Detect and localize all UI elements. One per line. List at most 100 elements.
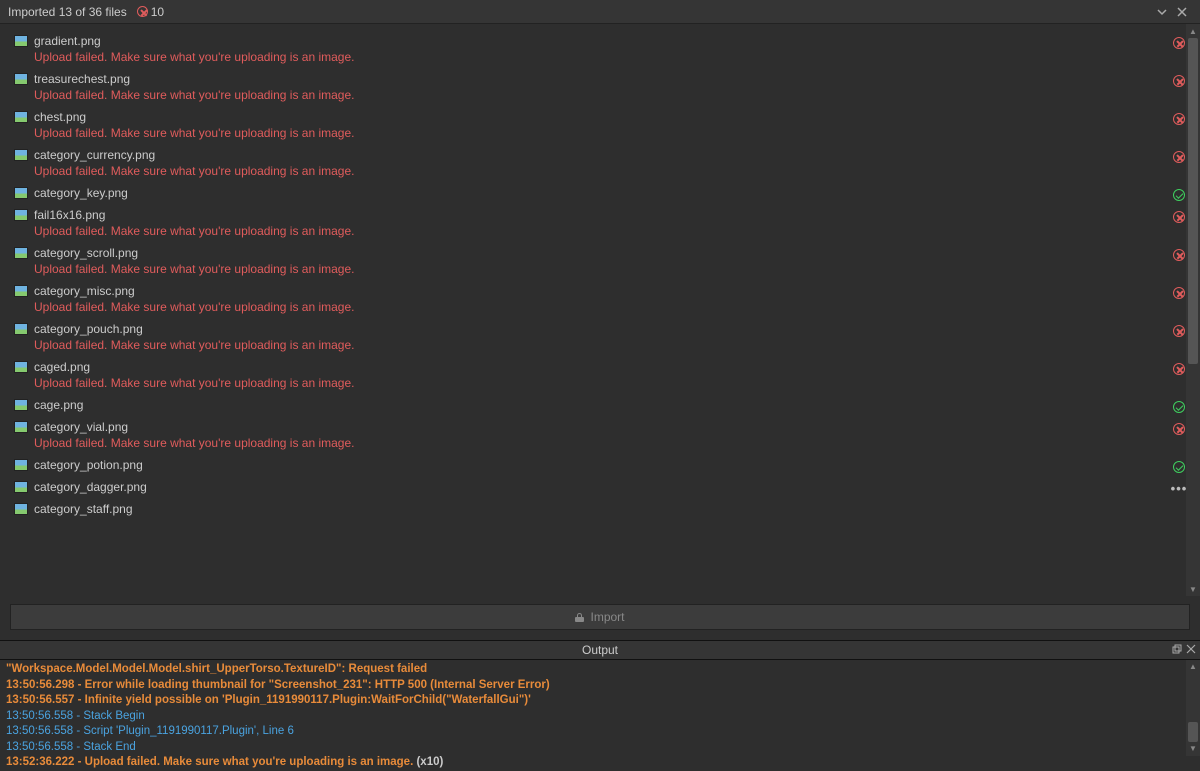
scroll-track[interactable] xyxy=(1186,38,1200,582)
scroll-down-arrow[interactable]: ▼ xyxy=(1186,582,1200,596)
file-status xyxy=(1172,188,1186,202)
import-button[interactable]: Import xyxy=(10,604,1190,630)
file-status: ••• xyxy=(1172,482,1186,496)
file-name: category_key.png xyxy=(34,186,128,200)
undock-icon xyxy=(1172,644,1182,654)
file-row[interactable]: category_vial.png Upload failed. Make sur… xyxy=(0,416,1200,454)
chevron-down-icon xyxy=(1156,6,1168,18)
scroll-track[interactable] xyxy=(1186,674,1200,742)
scroll-up-arrow[interactable]: ▲ xyxy=(1186,660,1200,674)
file-row[interactable]: caged.png Upload failed. Make sure what y… xyxy=(0,356,1200,394)
file-name: treasurechest.png xyxy=(34,72,130,86)
scroll-down-arrow[interactable]: ▼ xyxy=(1186,742,1200,756)
output-title: Output xyxy=(582,643,618,657)
output-line: "Workspace.Model.Model.Model.shirt_Upper… xyxy=(6,662,1194,678)
output-line: 13:50:56.558 - Stack End xyxy=(6,740,1194,756)
status-error-icon xyxy=(1173,363,1185,375)
file-row[interactable]: gradient.png Upload failed. Make sure wha… xyxy=(0,30,1200,68)
status-error-icon xyxy=(1173,423,1185,435)
image-file-icon xyxy=(14,73,28,85)
file-row[interactable]: cage.png xyxy=(0,394,1200,416)
file-name: chest.png xyxy=(34,110,86,124)
file-row[interactable]: treasurechest.pngUpload failed. Make sur… xyxy=(0,68,1200,106)
file-name: category_pouch.png xyxy=(34,322,143,336)
file-status xyxy=(1172,400,1186,414)
file-row[interactable]: fail16x16.pngUpload failed. Make sure wh… xyxy=(0,204,1200,242)
file-status xyxy=(1172,504,1186,518)
file-row[interactable]: category_currency.png Upload failed. Make… xyxy=(0,144,1200,182)
status-pending-icon: ••• xyxy=(1171,486,1188,493)
output-close-button[interactable] xyxy=(1186,644,1196,657)
image-file-icon xyxy=(14,187,28,199)
file-row[interactable]: chest.pngUpload failed. Make sure what y… xyxy=(0,106,1200,144)
output-scrollbar[interactable]: ▲ ▼ xyxy=(1186,660,1200,756)
file-name: gradient.png xyxy=(34,34,101,48)
status-error-icon xyxy=(1173,325,1185,337)
file-error-message: Upload failed. Make sure what you're upl… xyxy=(34,224,1186,238)
status-success-icon xyxy=(1173,189,1185,201)
import-status-text: Imported 13 of 36 files xyxy=(8,5,127,19)
image-file-icon xyxy=(14,421,28,433)
file-error-message: Upload failed. Make sure what you're upl… xyxy=(34,262,1186,276)
image-file-icon xyxy=(14,481,28,493)
file-error-message: Upload failed. Make sure what you're upl… xyxy=(34,300,1186,314)
file-status xyxy=(1172,150,1186,164)
file-status xyxy=(1172,362,1186,376)
file-name: category_potion.png xyxy=(34,458,143,472)
file-error-message: Upload failed. Make sure what you're upl… xyxy=(34,338,1186,352)
image-file-icon xyxy=(14,149,28,161)
image-file-icon xyxy=(14,459,28,471)
status-error-icon xyxy=(1173,37,1185,49)
scroll-thumb[interactable] xyxy=(1188,38,1198,364)
close-button[interactable] xyxy=(1172,2,1192,22)
file-status xyxy=(1172,460,1186,474)
image-file-icon xyxy=(14,285,28,297)
file-name: category_vial.png xyxy=(34,420,128,434)
output-panel-header[interactable]: Output xyxy=(0,640,1200,660)
file-status xyxy=(1172,286,1186,300)
file-status xyxy=(1172,112,1186,126)
error-icon xyxy=(137,6,148,17)
file-name: caged.png xyxy=(34,360,90,374)
file-status xyxy=(1172,324,1186,338)
file-row[interactable]: category_staff.png xyxy=(0,498,1200,520)
file-row[interactable]: category_misc.pngUpload failed. Make sur… xyxy=(0,280,1200,318)
output-line: 13:52:36.222 - Upload failed. Make sure … xyxy=(6,755,1194,771)
file-row[interactable]: category_key.png xyxy=(0,182,1200,204)
error-count: 10 xyxy=(151,5,164,19)
file-error-message: Upload failed. Make sure what you're upl… xyxy=(34,164,1186,178)
undock-button[interactable] xyxy=(1172,644,1182,657)
image-file-icon xyxy=(14,323,28,335)
file-row[interactable]: category_scroll.png Upload failed. Make s… xyxy=(0,242,1200,280)
file-row[interactable]: category_dagger.png ••• xyxy=(0,476,1200,498)
file-list[interactable]: gradient.png Upload failed. Make sure wha… xyxy=(0,24,1200,596)
image-file-icon xyxy=(14,209,28,221)
file-name: category_currency.png xyxy=(34,148,155,162)
file-name: category_scroll.png xyxy=(34,246,138,260)
file-name: category_dagger.png xyxy=(34,480,147,494)
file-error-message: Upload failed. Make sure what you're upl… xyxy=(34,436,1186,450)
collapse-button[interactable] xyxy=(1152,2,1172,22)
lock-icon xyxy=(575,613,584,622)
output-panel-body[interactable]: "Workspace.Model.Model.Model.shirt_Upper… xyxy=(0,660,1200,756)
output-line: 13:50:56.298 - Error while loading thumb… xyxy=(6,678,1194,694)
file-status xyxy=(1172,422,1186,436)
error-count-badge: 10 xyxy=(137,5,164,19)
file-error-message: Upload failed. Make sure what you're upl… xyxy=(34,50,1186,64)
status-error-icon xyxy=(1173,249,1185,261)
image-file-icon xyxy=(14,247,28,259)
scroll-up-arrow[interactable]: ▲ xyxy=(1186,24,1200,38)
file-name: category_staff.png xyxy=(34,502,133,516)
scrollbar[interactable]: ▲ ▼ xyxy=(1186,24,1200,596)
file-status xyxy=(1172,74,1186,88)
file-row[interactable]: category_pouch.png Upload failed. Make su… xyxy=(0,318,1200,356)
output-line: 13:50:56.557 - Infinite yield possible o… xyxy=(6,693,1194,709)
import-button-label: Import xyxy=(590,610,624,624)
file-name: cage.png xyxy=(34,398,83,412)
status-success-icon xyxy=(1173,401,1185,413)
file-row[interactable]: category_potion.png xyxy=(0,454,1200,476)
output-line: 13:50:56.558 - Script 'Plugin_1191990117… xyxy=(6,724,1194,740)
file-error-message: Upload failed. Make sure what you're upl… xyxy=(34,376,1186,390)
scroll-thumb[interactable] xyxy=(1188,722,1198,742)
status-error-icon xyxy=(1173,211,1185,223)
